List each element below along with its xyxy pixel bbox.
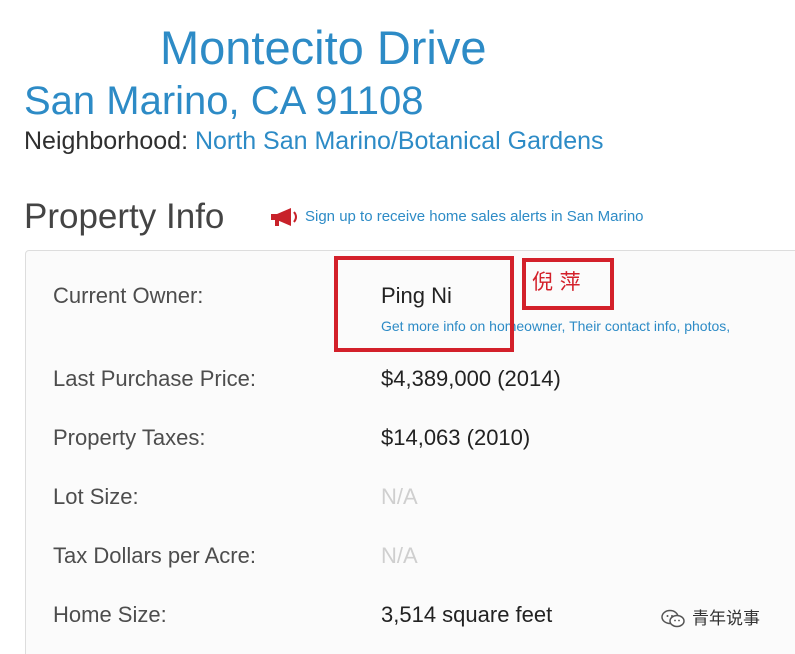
sales-alert-text[interactable]: Sign up to receive home sales alerts in … xyxy=(305,207,644,227)
tax-dollars-per-acre-value: N/A xyxy=(381,543,418,568)
lot-size-label: Lot Size: xyxy=(53,484,139,509)
property-taxes-value: $14,063 (2010) xyxy=(381,425,531,450)
megaphone-icon xyxy=(271,208,297,226)
neighborhood-link[interactable]: North San Marino/Botanical Gardens xyxy=(195,127,604,155)
street-address: Montecito Drive xyxy=(160,21,487,74)
current-owner-label: Current Owner: xyxy=(53,283,204,308)
last-purchase-price-value: $4,389,000 (2014) xyxy=(381,366,561,391)
owner-chinese-name: 倪 萍 xyxy=(532,270,581,294)
tax-dollars-per-acre-label: Tax Dollars per Acre: xyxy=(53,543,256,568)
wechat-watermark: 青年说事 xyxy=(660,608,760,630)
city-state-zip: San Marino, CA 91108 xyxy=(24,79,424,123)
property-info-title: Property Info xyxy=(24,197,225,236)
wechat-icon xyxy=(661,609,685,628)
lot-size-value: N/A xyxy=(381,484,418,509)
home-size-value: 3,514 square feet xyxy=(381,602,553,627)
owner-highlight-box xyxy=(334,256,514,352)
neighborhood-label: Neighborhood: xyxy=(24,127,189,155)
watermark-text: 青年说事 xyxy=(692,609,760,629)
home-size-label: Home Size: xyxy=(53,602,167,627)
property-page: Montecito Drive San Marino, CA 91108 Nei… xyxy=(0,0,795,654)
sales-alert-link[interactable]: Sign up to receive home sales alerts in … xyxy=(268,206,644,228)
neighborhood: Neighborhood: North San Marino/Botanical… xyxy=(24,126,604,156)
last-purchase-price-label: Last Purchase Price: xyxy=(53,366,256,391)
redacted-house-number xyxy=(14,18,160,76)
property-taxes-label: Property Taxes: xyxy=(53,425,206,450)
